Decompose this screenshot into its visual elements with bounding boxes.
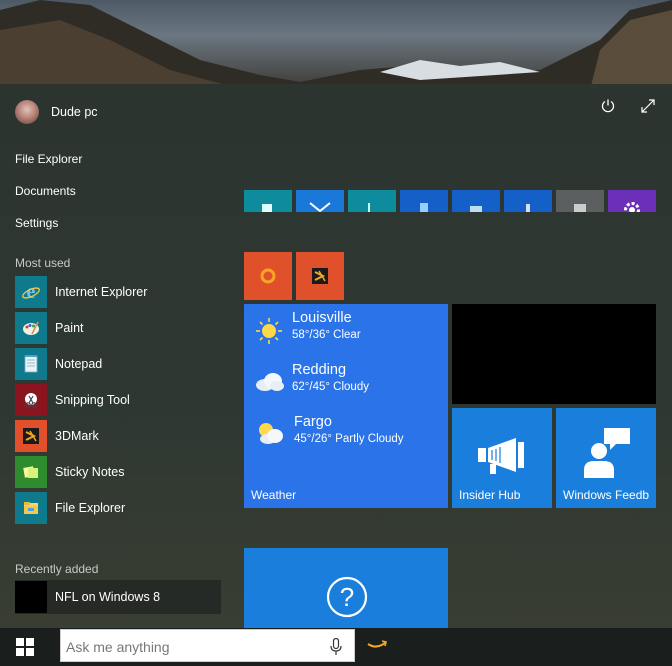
app-notepad[interactable]: Notepad: [15, 348, 221, 380]
weather-temp: 58°/36° Clear: [292, 329, 361, 341]
app-label: 3DMark: [55, 429, 99, 443]
tile-app[interactable]: [348, 190, 396, 212]
weather-city: Louisville: [292, 310, 352, 326]
3dmark-icon: [312, 268, 328, 284]
recently-added-label: Recently added: [15, 562, 99, 576]
app-label: Internet Explorer: [55, 285, 148, 299]
app-label: File Explorer: [55, 501, 126, 515]
3dmark-tile[interactable]: [296, 252, 344, 300]
search-input[interactable]: [61, 630, 318, 663]
user-name: Dude pc: [51, 105, 98, 119]
paint-icon: [15, 312, 47, 344]
app-label: NFL on Windows 8: [55, 590, 161, 604]
mail-tile[interactable]: [296, 190, 344, 212]
app-label: Snipping Tool: [55, 393, 130, 407]
megaphone-icon: [478, 438, 524, 474]
place-settings[interactable]: Settings: [15, 216, 58, 230]
internet-explorer-icon: e: [15, 276, 47, 308]
user-account-button[interactable]: Dude pc: [15, 100, 98, 124]
folder-icon: [15, 492, 47, 524]
app-label: Sticky Notes: [55, 465, 125, 479]
sticky-notes-icon: [15, 456, 47, 488]
question-mark-icon: ?: [326, 576, 368, 618]
app-label: Notepad: [55, 357, 103, 371]
place-documents[interactable]: Documents: [15, 184, 76, 198]
microphone-icon[interactable]: [330, 638, 342, 656]
power-icon[interactable]: [599, 97, 617, 115]
avatar: [15, 100, 39, 124]
partly-cloudy-icon: [259, 423, 283, 444]
sun-icon: [256, 318, 282, 344]
weather-city: Redding: [292, 362, 347, 378]
app-sticky-notes[interactable]: Sticky Notes: [15, 456, 221, 488]
cloud-icon: [256, 373, 284, 391]
app-paint[interactable]: Paint: [15, 312, 221, 344]
weather-tile[interactable]: Louisville 58°/36° Clear Redding 62°/45°…: [244, 304, 448, 508]
mail-icon: [309, 202, 331, 212]
amazon-icon[interactable]: [366, 636, 388, 652]
windows-feedback-tile[interactable]: Windows Feedb: [556, 408, 656, 508]
3dmark-icon: [15, 420, 47, 452]
place-file-explorer[interactable]: File Explorer: [15, 152, 82, 166]
most-used-label: Most used: [15, 256, 71, 270]
get-started-tile[interactable]: ?: [244, 548, 448, 628]
weather-temp: 62°/45° Cloudy: [292, 381, 369, 393]
app-nfl-on-windows-8[interactable]: NFL on Windows 8: [15, 580, 221, 614]
insider-hub-label: Insider Hub: [459, 488, 521, 502]
tile-app[interactable]: [452, 190, 500, 212]
desktop-wallpaper: [0, 0, 672, 90]
weather-city-row: Redding 62°/45° Cloudy: [254, 362, 369, 396]
snipping-tool-icon: [15, 384, 47, 416]
windows-feedback-label: Windows Feedb: [563, 488, 650, 502]
tile-app[interactable]: [244, 190, 292, 212]
tile-app[interactable]: [556, 190, 604, 212]
origin-icon: [260, 268, 276, 284]
insider-hub-tile[interactable]: Insider Hub: [452, 408, 552, 508]
settings-tile[interactable]: [608, 190, 656, 212]
blank-live-tile[interactable]: [452, 304, 656, 404]
svg-text:e: e: [27, 282, 36, 302]
weather-city: Fargo: [294, 414, 332, 430]
notepad-icon: [15, 348, 47, 380]
tile-app[interactable]: [400, 190, 448, 212]
app-internet-explorer[interactable]: e Internet Explorer: [15, 276, 221, 308]
weather-city-row: Fargo 45°/26° Partly Cloudy: [254, 414, 404, 448]
nfl-icon: [15, 581, 47, 613]
gear-icon: [624, 202, 640, 212]
windows-start-icon[interactable]: [16, 638, 34, 656]
tile-app[interactable]: [504, 190, 552, 212]
weather-tile-label: Weather: [251, 488, 297, 502]
svg-text:?: ?: [340, 582, 354, 612]
app-snipping-tool[interactable]: Snipping Tool: [15, 384, 221, 416]
weather-temp: 45°/26° Partly Cloudy: [294, 433, 404, 445]
app-3dmark[interactable]: 3DMark: [15, 420, 221, 452]
origin-tile[interactable]: [244, 252, 292, 300]
app-label: Paint: [55, 321, 84, 335]
expand-icon[interactable]: [639, 97, 657, 115]
app-file-explorer[interactable]: File Explorer: [15, 492, 221, 524]
weather-city-row: Louisville 58°/36° Clear: [254, 310, 361, 346]
search-box[interactable]: [60, 629, 355, 663]
feedback-icon: [584, 428, 630, 478]
